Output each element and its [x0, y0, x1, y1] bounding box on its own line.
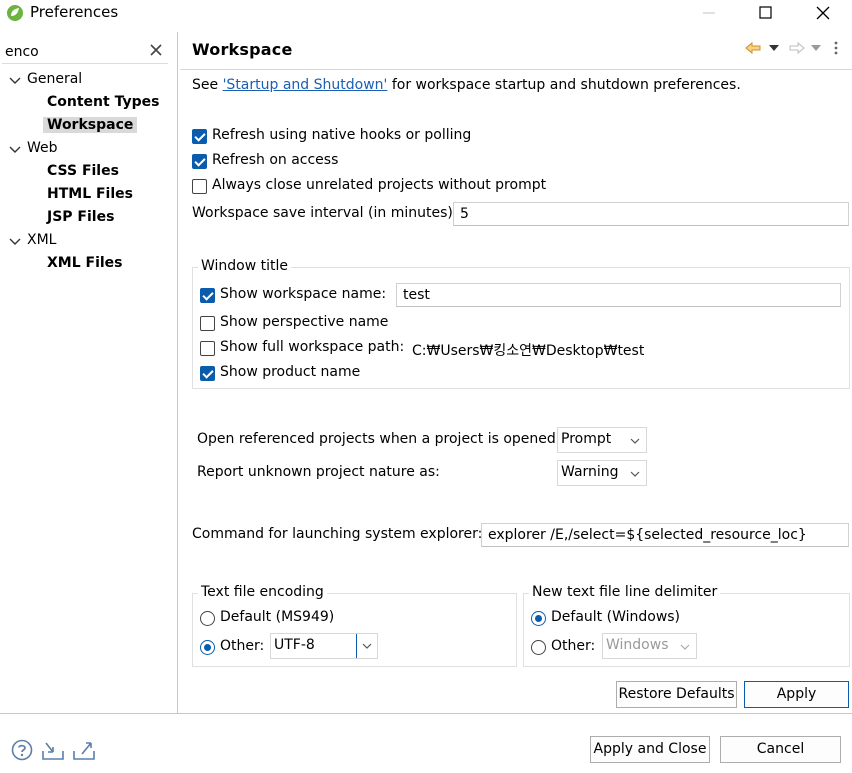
- chevron-down-icon: [630, 438, 640, 444]
- refresh-on-access-checkbox[interactable]: [192, 154, 207, 169]
- chevron-down-icon[interactable]: [9, 145, 21, 155]
- tree-leaf-label: CSS Files: [47, 163, 119, 179]
- radio-label: Default (Windows): [551, 609, 681, 625]
- maximize-button[interactable]: [743, 0, 789, 28]
- refresh-native-checkbox[interactable]: [192, 129, 207, 144]
- startup-shutdown-link[interactable]: 'Startup and Shutdown': [223, 77, 388, 93]
- chevron-down-icon: [680, 644, 690, 650]
- window-title-group-label: Window title: [198, 258, 292, 274]
- tree-item-workspace[interactable]: Workspace: [0, 116, 178, 138]
- chevron-down-icon: [362, 643, 372, 649]
- show-full-path-checkbox[interactable]: [200, 341, 215, 356]
- checkbox-label: Show full workspace path:: [220, 339, 405, 355]
- tree-item-xml[interactable]: XML: [0, 231, 178, 253]
- forward-arrow-icon[interactable]: [789, 41, 805, 55]
- dialog-footer: Apply and Close Cancel: [0, 714, 852, 773]
- close-icon: [816, 6, 830, 20]
- checkbox-label: Always close unrelated projects without …: [212, 177, 547, 193]
- radio-label: Other:: [220, 638, 265, 654]
- combo-value: Prompt: [561, 431, 612, 447]
- delimiter-default-radio[interactable]: [531, 611, 546, 626]
- tree-item-html-files[interactable]: HTML Files: [0, 185, 178, 207]
- tree-item-general[interactable]: General: [0, 70, 178, 92]
- tree-item-content-types[interactable]: Content Types: [0, 93, 178, 115]
- line-delimiter-group-label: New text file line delimiter: [529, 584, 721, 600]
- delimiter-combo: Windows: [602, 633, 697, 659]
- header-separator: [180, 69, 852, 70]
- workspace-name-input[interactable]: [396, 283, 841, 307]
- tree-item-jsp-files[interactable]: JSP Files: [0, 208, 178, 230]
- preferences-tree-panel: General Content Types Workspace Web CSS …: [0, 32, 178, 713]
- tree-category-label: XML: [27, 232, 57, 248]
- checkbox-label: Show perspective name: [220, 314, 389, 330]
- radio-label: Other:: [551, 638, 596, 654]
- show-perspective-name-checkbox[interactable]: [200, 316, 215, 331]
- encoding-combo[interactable]: UTF-8: [270, 633, 378, 659]
- tree-category-label: Web: [27, 140, 58, 156]
- close-unrelated-checkbox[interactable]: [192, 179, 207, 194]
- title-bar: Preferences: [0, 0, 852, 28]
- startup-shutdown-intro: See 'Startup and Shutdown' for workspace…: [192, 77, 741, 93]
- workspace-path-value: C:₩Users₩킹소연₩Desktop₩test: [412, 343, 645, 359]
- chevron-down-icon[interactable]: [9, 76, 21, 86]
- checkbox-label: Show workspace name:: [220, 286, 387, 302]
- apply-and-close-button[interactable]: Apply and Close: [590, 736, 710, 763]
- checkbox-label: Refresh on access: [212, 152, 339, 168]
- intro-suffix: for workspace startup and shutdown prefe…: [387, 77, 741, 93]
- chevron-down-icon[interactable]: [9, 237, 21, 247]
- help-icon[interactable]: [11, 739, 33, 761]
- forward-dropdown-icon[interactable]: [811, 44, 821, 52]
- show-workspace-name-checkbox[interactable]: [200, 288, 215, 303]
- chevron-down-icon: [630, 471, 640, 477]
- system-explorer-label: Command for launching system explorer:: [192, 526, 483, 542]
- tree-item-xml-files[interactable]: XML Files: [0, 254, 178, 276]
- combo-value: Windows: [606, 637, 669, 653]
- export-icon[interactable]: [72, 739, 96, 761]
- maximize-icon: [759, 6, 772, 19]
- tree-leaf-label: Workspace: [43, 117, 138, 133]
- cancel-button[interactable]: Cancel: [720, 736, 841, 763]
- system-explorer-input[interactable]: [481, 523, 849, 547]
- unknown-nature-combo[interactable]: Warning: [557, 460, 647, 486]
- save-interval-label: Workspace save interval (in minutes):: [192, 205, 458, 221]
- open-referenced-label: Open referenced projects when a project …: [197, 431, 561, 447]
- tree-leaf-label: JSP Files: [47, 209, 115, 225]
- combo-value: Warning: [561, 464, 619, 480]
- combo-value: UTF-8: [274, 637, 315, 653]
- checkbox-label: Show product name: [220, 364, 361, 380]
- tree-item-web[interactable]: Web: [0, 139, 178, 161]
- save-interval-input[interactable]: [453, 202, 849, 226]
- delimiter-other-radio[interactable]: [531, 640, 546, 655]
- back-dropdown-icon[interactable]: [769, 44, 779, 52]
- show-product-name-checkbox[interactable]: [200, 366, 215, 381]
- window-title: Preferences: [30, 3, 119, 21]
- checkbox-label: Refresh using native hooks or polling: [212, 127, 472, 143]
- radio-label: Default (MS949): [220, 609, 335, 625]
- restore-defaults-button[interactable]: Restore Defaults: [616, 681, 737, 708]
- encoding-default-radio[interactable]: [200, 611, 215, 626]
- tree-leaf-label: Content Types: [47, 94, 160, 110]
- spring-leaf-icon: [7, 5, 23, 21]
- open-referenced-combo[interactable]: Prompt: [557, 427, 647, 453]
- text-encoding-group-label: Text file encoding: [198, 584, 327, 600]
- unknown-nature-label: Report unknown project nature as:: [197, 464, 440, 480]
- minimize-button[interactable]: [686, 0, 732, 28]
- tree-category-label: General: [27, 71, 83, 87]
- apply-button[interactable]: Apply: [744, 681, 849, 708]
- filter-input[interactable]: [2, 40, 168, 64]
- intro-prefix: See: [192, 77, 223, 93]
- page-title: Workspace: [192, 40, 293, 59]
- import-icon[interactable]: [41, 739, 65, 761]
- encoding-combo-button[interactable]: [356, 634, 377, 658]
- encoding-other-radio[interactable]: [200, 640, 215, 655]
- tree-leaf-label: XML Files: [47, 255, 123, 271]
- minimize-icon: [703, 12, 715, 14]
- close-button[interactable]: [800, 0, 846, 28]
- tree-item-css-files[interactable]: CSS Files: [0, 162, 178, 184]
- view-menu-icon[interactable]: [833, 41, 839, 55]
- clear-filter-icon[interactable]: [149, 43, 163, 57]
- back-arrow-icon[interactable]: [745, 41, 761, 55]
- tree-leaf-label: HTML Files: [47, 186, 133, 202]
